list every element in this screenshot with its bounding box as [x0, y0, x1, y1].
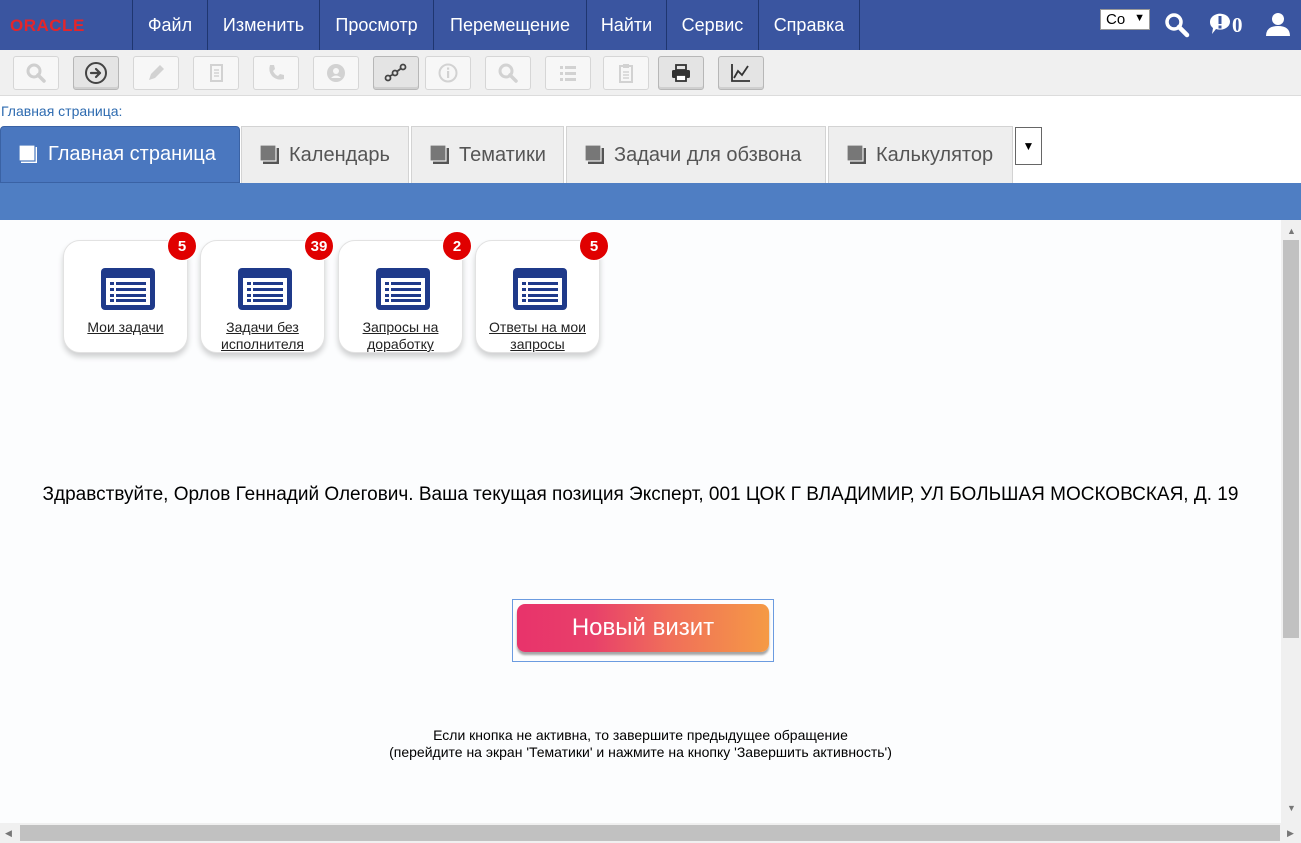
menu-edit[interactable]: Изменить	[208, 0, 320, 50]
document-icon	[210, 64, 223, 82]
toolbar-document-button[interactable]	[193, 56, 239, 90]
info-icon	[438, 63, 458, 83]
toolbar-go-button[interactable]	[73, 56, 119, 90]
count-badge: 5	[579, 231, 609, 261]
workflow-icon	[384, 63, 407, 82]
card-unassigned-tasks[interactable]: Задачи без исполнителя 39	[200, 231, 334, 353]
language-select-value: Co	[1106, 11, 1126, 28]
menu-view[interactable]: Просмотр	[320, 0, 434, 50]
scroll-down-icon[interactable]: ▼	[1287, 803, 1296, 813]
search-icon	[498, 63, 518, 83]
card-answers-to-my-requests[interactable]: Ответы на мои запросы 5	[475, 231, 609, 353]
clipboard-icon	[619, 64, 633, 83]
tab-label: Тематики	[459, 143, 546, 166]
toolbar-edit-button[interactable]	[133, 56, 179, 90]
svg-text:ORACLE: ORACLE	[10, 16, 85, 34]
hint-text: Если кнопка не активна, то завершите пре…	[0, 727, 1281, 761]
vertical-scrollbar[interactable]: ▲ ▼	[1281, 220, 1301, 823]
arrow-right-circle-icon	[85, 62, 107, 84]
toolbar-search-button[interactable]	[485, 56, 531, 90]
toolbar	[0, 50, 1301, 96]
printer-icon	[672, 64, 690, 82]
contact-icon	[327, 64, 345, 82]
new-visit-button-frame: Новый визит	[512, 599, 774, 662]
hint-line-1: Если кнопка не активна, то завершите пре…	[433, 727, 848, 743]
oracle-logo: ORACLE	[0, 0, 133, 50]
menu-navigate[interactable]: Перемещение	[434, 0, 587, 50]
search-icon[interactable]	[1164, 12, 1190, 43]
greeting-text: Здравствуйте, Орлов Геннадий Олегович. В…	[42, 484, 1239, 505]
tab-label: Задачи для обзвона	[614, 143, 802, 166]
view-icon	[585, 145, 604, 164]
home-content: Мои задачи 5 Задачи без исполнителя 39 З…	[0, 220, 1281, 823]
tab-label: Календарь	[289, 143, 390, 166]
menu-tools[interactable]: Сервис	[667, 0, 759, 50]
menu-find[interactable]: Найти	[587, 0, 667, 50]
notifications-count: 0	[1232, 13, 1243, 37]
pencil-icon	[149, 65, 164, 80]
view-icon	[430, 145, 449, 164]
new-visit-button[interactable]: Новый визит	[517, 604, 769, 652]
card-label[interactable]: Задачи без исполнителя	[201, 319, 324, 353]
tab-calendar[interactable]: Календарь	[241, 126, 409, 183]
menu-file[interactable]: Файл	[133, 0, 208, 50]
screen-header-band	[0, 183, 1301, 220]
chart-icon	[731, 64, 750, 82]
breadcrumb[interactable]: Главная страница:	[1, 103, 122, 119]
user-icon[interactable]	[1265, 11, 1291, 42]
toolbar-query-button[interactable]	[13, 56, 59, 90]
chevron-down-icon: ▼	[1134, 12, 1145, 24]
card-rework-requests[interactable]: Запросы на доработку 2	[338, 231, 472, 353]
list-icon	[560, 66, 576, 81]
tab-label: Калькулятор	[876, 143, 994, 166]
vertical-scroll-thumb[interactable]	[1283, 240, 1299, 638]
count-badge: 5	[167, 231, 197, 261]
view-icon	[260, 145, 279, 164]
menu-help[interactable]: Справка	[759, 0, 860, 50]
list-window-icon	[513, 268, 567, 310]
top-menu-bar: ORACLE Файл Изменить Просмотр Перемещени…	[0, 0, 1301, 50]
hint-line-2: (перейдите на экран 'Тематики' и нажмите…	[389, 744, 892, 760]
toolbar-list-button[interactable]	[545, 56, 591, 90]
tab-label: Главная страница	[48, 143, 216, 165]
tabs-more-dropdown[interactable]: ▼	[1015, 127, 1042, 165]
card-label[interactable]: Ответы на мои запросы	[476, 319, 599, 353]
oracle-logo-mark: ORACLE	[10, 16, 85, 34]
language-select[interactable]: Co ▼	[1100, 9, 1150, 30]
list-window-icon	[101, 268, 155, 310]
phone-icon	[269, 65, 284, 80]
toolbar-clipboard-button[interactable]	[603, 56, 649, 90]
toolbar-info-button[interactable]	[425, 56, 471, 90]
notifications-icon[interactable]	[1208, 12, 1232, 41]
toolbar-workflow-button[interactable]	[373, 56, 419, 90]
horizontal-scrollbar[interactable]: ◀ ▶	[0, 823, 1301, 843]
screen-tabs: Главная страница Календарь Тематики Зада…	[0, 126, 1301, 183]
chevron-down-icon: ▼	[1022, 139, 1035, 153]
toolbar-phone-button[interactable]	[253, 56, 299, 90]
view-icon	[847, 145, 866, 164]
magnifier-icon	[26, 63, 46, 83]
tab-topics[interactable]: Тематики	[411, 126, 564, 183]
count-badge: 39	[304, 231, 334, 261]
list-window-icon	[238, 268, 292, 310]
scroll-right-icon[interactable]: ▶	[1287, 828, 1294, 839]
toolbar-chart-button[interactable]	[718, 56, 764, 90]
view-icon	[19, 144, 37, 163]
card-my-tasks[interactable]: Мои задачи 5	[63, 231, 197, 353]
toolbar-print-button[interactable]	[658, 56, 704, 90]
scroll-up-icon[interactable]: ▲	[1287, 226, 1296, 236]
card-label[interactable]: Запросы на доработку	[339, 319, 462, 353]
tab-calculator[interactable]: Калькулятор	[828, 126, 1013, 183]
scroll-left-icon[interactable]: ◀	[5, 828, 12, 839]
tab-home[interactable]: Главная страница	[0, 126, 240, 183]
list-window-icon	[376, 268, 430, 310]
card-label[interactable]: Мои задачи	[64, 319, 187, 336]
toolbar-contact-button[interactable]	[313, 56, 359, 90]
tab-call-tasks[interactable]: Задачи для обзвона	[566, 126, 826, 183]
horizontal-scroll-thumb[interactable]	[20, 825, 1280, 841]
count-badge: 2	[442, 231, 472, 261]
